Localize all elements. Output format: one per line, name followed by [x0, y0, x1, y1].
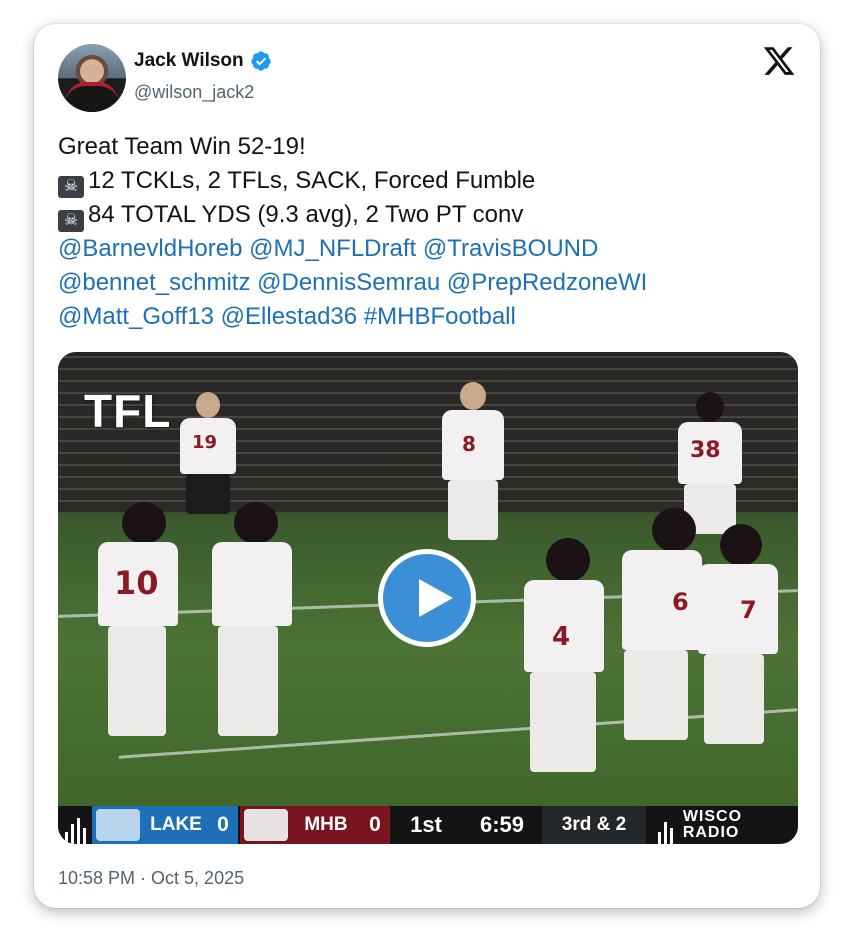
tweet-card[interactable]: Jack Wilson @wilson_jack2 Great Team Win…: [34, 24, 820, 908]
jersey-number: 10: [114, 564, 159, 602]
mentions-line-2[interactable]: @bennet_schmitz @DennisSemrau @PrepRedzo…: [58, 266, 798, 300]
team2-score: 0: [369, 813, 381, 836]
tweet-timestamp[interactable]: 10:58 PM · Oct 5, 2025: [58, 868, 244, 889]
team1-score: 0: [217, 813, 229, 836]
scorebug-team-away: MHB 0: [240, 806, 390, 844]
team-logo-icon: [244, 809, 288, 841]
avatar-jersey: [66, 82, 118, 112]
broadcast-brand: WISCO RADIO: [646, 806, 798, 844]
brand-bars-icon: [654, 806, 677, 844]
video-overlay-text: TFL: [84, 385, 172, 437]
author-name[interactable]: Jack Wilson: [134, 50, 244, 72]
author-name-row: Jack Wilson: [134, 50, 272, 72]
skull-and-crossbones-icon: ☠: [58, 210, 84, 232]
player: 10: [94, 502, 184, 802]
player: [208, 502, 298, 802]
player: 7: [694, 524, 784, 794]
team-logo-icon: [96, 809, 140, 841]
tweet-line-3-text: 84 TOTAL YDS (9.3 avg), 2 Two PT conv: [88, 201, 524, 228]
jersey-number: 7: [740, 596, 757, 624]
team2-name: MHB: [304, 814, 348, 835]
mentions-line-3[interactable]: @Matt_Goff13 @Ellestad36 #MHBFootball: [58, 300, 798, 334]
jersey-number: 38: [690, 438, 721, 463]
tweet-line-3: ☠ 84 TOTAL YDS (9.3 avg), 2 Two PT conv: [58, 198, 798, 232]
author-handle[interactable]: @wilson_jack2: [134, 82, 254, 103]
scorebug-bars-icon: [58, 806, 92, 844]
jersey-number: 19: [192, 432, 218, 453]
video-player[interactable]: 19 8 38 10 4 6 7 TFL LAKE 0 MHB 0 1st 6:…: [58, 352, 798, 844]
tweet-text: Great Team Win 52-19! ☠ 12 TCKLs, 2 TFLs,…: [58, 130, 798, 334]
brand-name: WISCO RADIO: [682, 808, 743, 841]
down-and-distance: 3rd & 2: [542, 806, 646, 844]
scorebug: LAKE 0 MHB 0 1st 6:59 3rd & 2 WISCO RADI…: [58, 806, 798, 844]
tweet-line-2-text: 12 TCKLs, 2 TFLs, SACK, Forced Fumble: [88, 167, 536, 194]
game-period: 1st: [410, 812, 442, 837]
jersey-number: 8: [462, 432, 476, 456]
skull-and-crossbones-icon: ☠: [58, 176, 84, 198]
game-clock: 6:59: [479, 812, 525, 837]
avatar[interactable]: [58, 44, 126, 112]
team1-name: LAKE: [150, 814, 202, 835]
verified-badge-icon: [251, 51, 271, 71]
tweet-line-1: Great Team Win 52-19!: [58, 133, 306, 160]
jersey-number: 6: [672, 588, 689, 616]
tweet-line-2: ☠ 12 TCKLs, 2 TFLs, SACK, Forced Fumble: [58, 164, 798, 198]
x-logo-icon[interactable]: [762, 44, 796, 78]
player: 4: [520, 538, 610, 808]
mentions-line-1[interactable]: @BarnevldHoreb @MJ_NFLDraft @TravisBOUND: [58, 232, 798, 266]
jersey-number: 4: [552, 622, 571, 652]
play-button[interactable]: [378, 549, 476, 647]
scorebug-team-home: LAKE 0: [92, 806, 238, 844]
